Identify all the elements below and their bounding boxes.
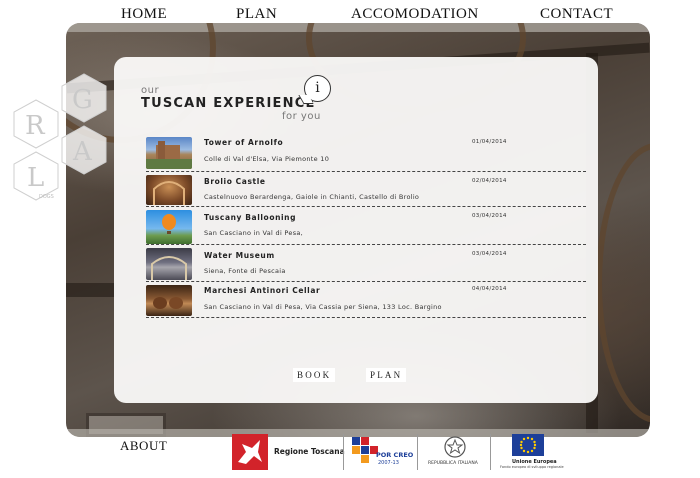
balloon-photo-thumb xyxy=(146,210,192,244)
logo-letter-r: R xyxy=(25,111,46,141)
tower-icon xyxy=(146,141,192,169)
experience-date: 03/04/2014 xyxy=(472,213,507,219)
tunnel-icon xyxy=(151,256,187,280)
barrels-icon xyxy=(153,297,183,309)
experience-name: Brolio Castle xyxy=(204,177,266,186)
museum-photo-thumb xyxy=(146,248,192,280)
unione-europea-logo[interactable]: Unione Europea Fondo europeo di sviluppo… xyxy=(500,432,590,472)
divider xyxy=(490,434,491,470)
por-creo-text: POR CREO xyxy=(376,451,414,459)
experience-name: Tuscany Ballooning xyxy=(204,213,297,222)
eu-flag-icon xyxy=(512,434,544,456)
experience-date: 04/04/2014 xyxy=(472,286,507,292)
info-icon-letter: i xyxy=(315,80,320,96)
title-for-you: for you xyxy=(282,111,321,122)
title-our: our xyxy=(141,85,160,96)
cellar-photo-thumb xyxy=(146,285,192,316)
experience-address: Colle di Val d'Elsa, Via Piemonte 10 xyxy=(204,155,330,163)
experience-address: San Casciano in Val di Pesa, Via Cassia … xyxy=(204,303,442,311)
experience-name: Tower of Arnolfo xyxy=(204,138,284,147)
por-squares-icon xyxy=(352,437,378,463)
experience-date: 01/04/2014 xyxy=(472,139,507,145)
balloon-icon xyxy=(162,214,176,234)
castle-photo-thumb xyxy=(146,175,192,205)
page-title: TUSCAN EXPERIENCE xyxy=(141,96,316,111)
por-creo-logo[interactable]: POR CREO 2007-13 xyxy=(350,432,414,472)
logo-letter-g: G xyxy=(72,85,93,115)
experience-address: Siena, Fonte di Pescaia xyxy=(204,267,286,275)
experience-list: Tower of Arnolfo Colle di Val d'Elsa, Vi… xyxy=(146,135,586,318)
experience-address: Castelnuovo Berardenga, Gaiole in Chiant… xyxy=(204,193,420,201)
divider xyxy=(417,434,418,470)
list-item[interactable]: Water Museum Siena, Fonte di Pescaia 03/… xyxy=(146,245,586,282)
experience-panel: our TUSCAN EXPERIENCE for you i Tower of… xyxy=(114,57,598,403)
wooden-beam xyxy=(66,283,116,297)
site-logo: R G A L DOGS xyxy=(13,73,107,201)
regione-toscana-text: Regione Toscana xyxy=(274,447,345,456)
list-item[interactable]: Marchesi Antinori Cellar San Casciano in… xyxy=(146,282,586,318)
nav-home-link[interactable]: HOME xyxy=(121,6,167,23)
experience-name: Water Museum xyxy=(204,251,275,260)
repubblica-italiana-logo[interactable]: REPUBBLICA ITALIANA xyxy=(428,432,484,472)
nav-plan-link[interactable]: PLAN xyxy=(236,6,277,23)
experience-name: Marchesi Antinori Cellar xyxy=(204,286,321,295)
experience-date: 02/04/2014 xyxy=(472,178,507,184)
about-link[interactable]: ABOUT xyxy=(120,438,167,454)
tower-photo-thumb xyxy=(146,137,192,169)
por-creo-years: 2007-13 xyxy=(378,460,399,466)
emblem-icon xyxy=(444,436,466,458)
divider xyxy=(343,434,344,470)
logo-letter-a: A xyxy=(72,137,93,167)
list-item[interactable]: Tower of Arnolfo Colle di Val d'Elsa, Vi… xyxy=(146,135,586,172)
info-icon[interactable]: i xyxy=(304,75,331,102)
arch-icon xyxy=(153,181,185,205)
regione-toscana-logo[interactable]: Regione Toscana xyxy=(232,432,345,472)
logo-letter-l: L xyxy=(27,163,44,193)
unione-europea-subtext: Fondo europeo di sviluppo regionale xyxy=(500,465,564,469)
book-button[interactable]: BOOK xyxy=(293,368,336,382)
nav-contact-link[interactable]: CONTACT xyxy=(540,6,613,23)
plan-button[interactable]: PLAN xyxy=(366,368,407,382)
list-item[interactable]: Brolio Castle Castelnuovo Berardenga, Ga… xyxy=(146,172,586,207)
nav-accommodation-link[interactable]: ACCOMODATION xyxy=(351,6,479,23)
experience-address: San Casciano in Val di Pesa, xyxy=(204,229,304,237)
logo-tag: DOGS xyxy=(39,194,54,200)
experience-date: 03/04/2014 xyxy=(472,251,507,257)
repubblica-italiana-text: REPUBBLICA ITALIANA xyxy=(428,461,478,466)
pegasus-icon xyxy=(232,434,268,470)
list-item[interactable]: Tuscany Ballooning San Casciano in Val d… xyxy=(146,207,586,245)
wagon-wheel xyxy=(596,143,650,423)
